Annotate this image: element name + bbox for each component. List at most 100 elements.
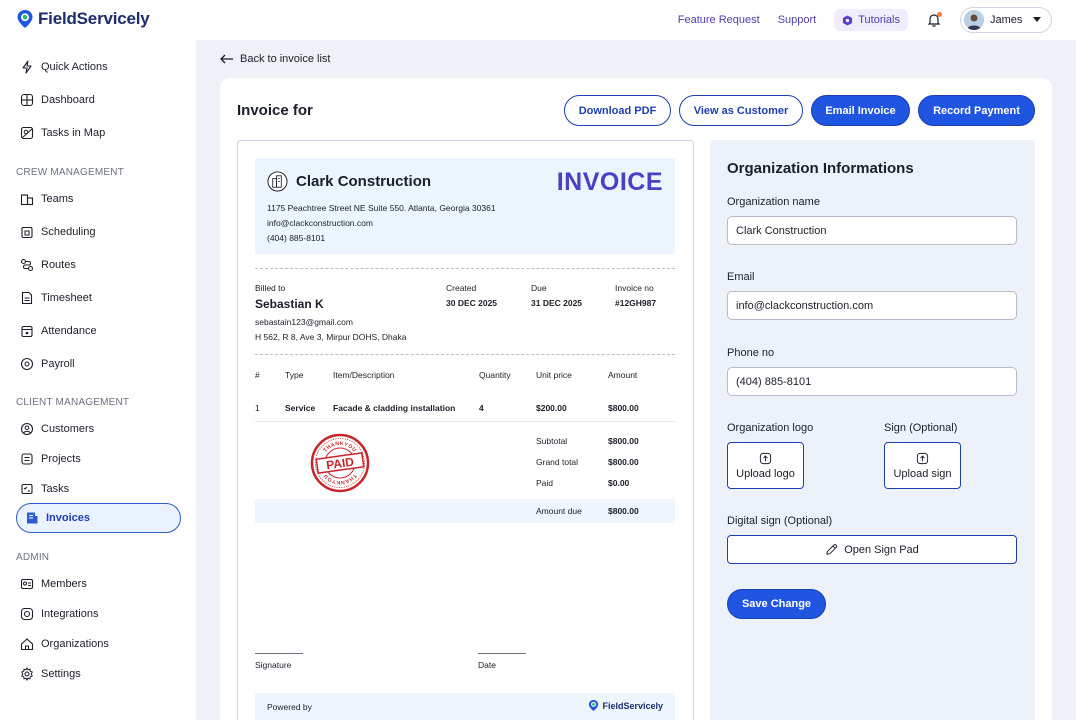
email-invoice-button[interactable]: Email Invoice (811, 95, 910, 126)
subtotal-label: Subtotal (536, 436, 568, 446)
stamp-ring-bottom: THANKYOU (323, 472, 357, 485)
sidebar-item-label: Routes (41, 259, 76, 271)
sidebar-item-projects[interactable]: Projects (16, 444, 181, 474)
organizations-icon (20, 638, 34, 651)
column-header-amount: Amount (608, 370, 638, 380)
location-pin-icon (17, 10, 33, 28)
brand-name: FieldServicely (38, 9, 150, 28)
sidebar-item-routes[interactable]: Routes (16, 250, 181, 280)
sidebar-item-label: Projects (41, 453, 81, 465)
organization-panel: Organization Informations Organization n… (710, 140, 1035, 720)
row-quantity: 4 (479, 403, 484, 413)
calendar-icon (21, 226, 33, 239)
divider (255, 268, 675, 269)
row-description: Facade & cladding installation (333, 403, 456, 413)
invoice-no-value: #12GH987 (615, 298, 657, 308)
record-payment-button[interactable]: Record Payment (918, 95, 1035, 126)
back-label: Back to invoice list (240, 53, 331, 65)
date-line (478, 653, 526, 654)
arrow-left-icon (220, 54, 233, 64)
notification-dot (937, 12, 942, 17)
grand-total-label: Grand total (536, 457, 579, 467)
column-header-unit-price: Unit price (536, 370, 572, 380)
due-label: Due (531, 283, 547, 293)
email-field[interactable]: info@clackconstruction.com (727, 291, 1017, 320)
sidebar-item-customers[interactable]: Customers (16, 414, 181, 444)
notification-bell-icon[interactable] (926, 12, 942, 28)
sidebar-item-label: Tasks (41, 483, 70, 495)
admin-heading: ADMIN (16, 552, 50, 563)
company-address: 1175 Peachtree Street NE Suite 550. Atla… (267, 203, 496, 213)
payroll-icon (20, 357, 34, 371)
sidebar-item-label: Integrations (41, 608, 99, 620)
sidebar-item-timesheet[interactable]: Timesheet (16, 283, 181, 313)
row-amount: $800.00 (608, 403, 639, 413)
company-block: Clark Construction (267, 171, 431, 192)
upload-sign-button[interactable]: Upload sign (884, 442, 961, 489)
timesheet-icon (21, 291, 33, 305)
sidebar-item-label: Quick Actions (41, 61, 108, 73)
subtotal-value: $800.00 (608, 436, 639, 446)
paid-label: Paid (536, 478, 554, 488)
sidebar-item-label: Payroll (41, 358, 75, 370)
sidebar-item-teams[interactable]: Teams (16, 184, 181, 214)
sidebar-item-organizations[interactable]: Organizations (16, 629, 181, 659)
sidebar-item-dashboard[interactable]: Dashboard (16, 85, 181, 115)
sidebar-item-tasks[interactable]: Tasks (16, 474, 181, 504)
invoice-icon (27, 512, 38, 524)
amount-due-label: Amount due (536, 506, 582, 516)
row-type: Service (285, 403, 316, 413)
phone-label: Phone no (727, 347, 775, 359)
company-phone: (404) 885-8101 (267, 233, 326, 243)
upload-logo-button[interactable]: Upload logo (727, 442, 804, 489)
powered-by-label: Powered by (267, 702, 312, 712)
feature-request-link[interactable]: Feature Request (678, 14, 760, 26)
org-name-input[interactable]: Clark Construction (727, 216, 1017, 245)
invoice-heading: INVOICE (556, 168, 663, 196)
sidebar-item-invoices[interactable]: Invoices (16, 503, 181, 533)
sidebar-item-integrations[interactable]: Integrations (16, 599, 181, 629)
column-header-description: Item/Description (333, 370, 395, 380)
signature-line (255, 653, 303, 654)
lightning-icon (22, 60, 32, 74)
gear-icon (21, 667, 33, 681)
user-menu[interactable]: James (960, 7, 1052, 33)
email-label: Email (727, 271, 755, 283)
support-link[interactable]: Support (778, 14, 817, 26)
tutorials-label: Tutorials (858, 14, 900, 26)
paid-value: $0.00 (608, 478, 630, 488)
org-name-label: Organization name (727, 196, 820, 208)
phone-field[interactable]: (404) 885-8101 (727, 367, 1017, 396)
created-value: 30 DEC 2025 (446, 298, 498, 308)
sidebar-item-attendance[interactable]: Attendance (16, 316, 181, 346)
powered-brand: FieldServicely (588, 699, 663, 712)
members-icon (20, 578, 34, 590)
signature-label: Signature (255, 660, 292, 670)
integrations-icon (20, 607, 34, 621)
billed-to-name: Sebastian K (255, 297, 324, 311)
open-sign-pad-button[interactable]: Open Sign Pad (727, 535, 1017, 564)
sidebar-item-payroll[interactable]: Payroll (16, 349, 181, 379)
sidebar-item-scheduling[interactable]: Scheduling (16, 217, 181, 247)
invoice-card: Invoice for Download PDF View as Custome… (220, 78, 1052, 720)
sidebar-item-tasks-in-map[interactable]: Tasks in Map (16, 118, 181, 148)
sidebar-item-quick-actions[interactable]: Quick Actions (16, 52, 181, 82)
sidebar-item-label: Organizations (41, 638, 109, 650)
back-to-invoice-list-link[interactable]: Back to invoice list (220, 53, 330, 65)
route-icon (20, 258, 34, 272)
download-pdf-button[interactable]: Download PDF (564, 95, 671, 126)
view-as-customer-button[interactable]: View as Customer (679, 95, 803, 126)
tutorials-link[interactable]: Tutorials (834, 9, 908, 31)
sidebar-item-label: Timesheet (41, 292, 92, 304)
projects-icon (21, 453, 33, 465)
sidebar-item-label: Members (41, 578, 87, 590)
sidebar-item-settings[interactable]: Settings (16, 659, 181, 689)
invoice-preview: Clark Construction INVOICE 1175 Peachtre… (237, 140, 694, 720)
sidebar-item-members[interactable]: Members (16, 569, 181, 599)
save-change-button[interactable]: Save Change (727, 589, 826, 619)
sidebar-item-label: Customers (41, 423, 95, 435)
date-label: Date (478, 660, 496, 670)
brand-logo[interactable]: FieldServicely (16, 9, 150, 29)
building-logo-icon (267, 171, 288, 192)
client-management-heading: CLIENT MANAGEMENT (16, 397, 130, 408)
